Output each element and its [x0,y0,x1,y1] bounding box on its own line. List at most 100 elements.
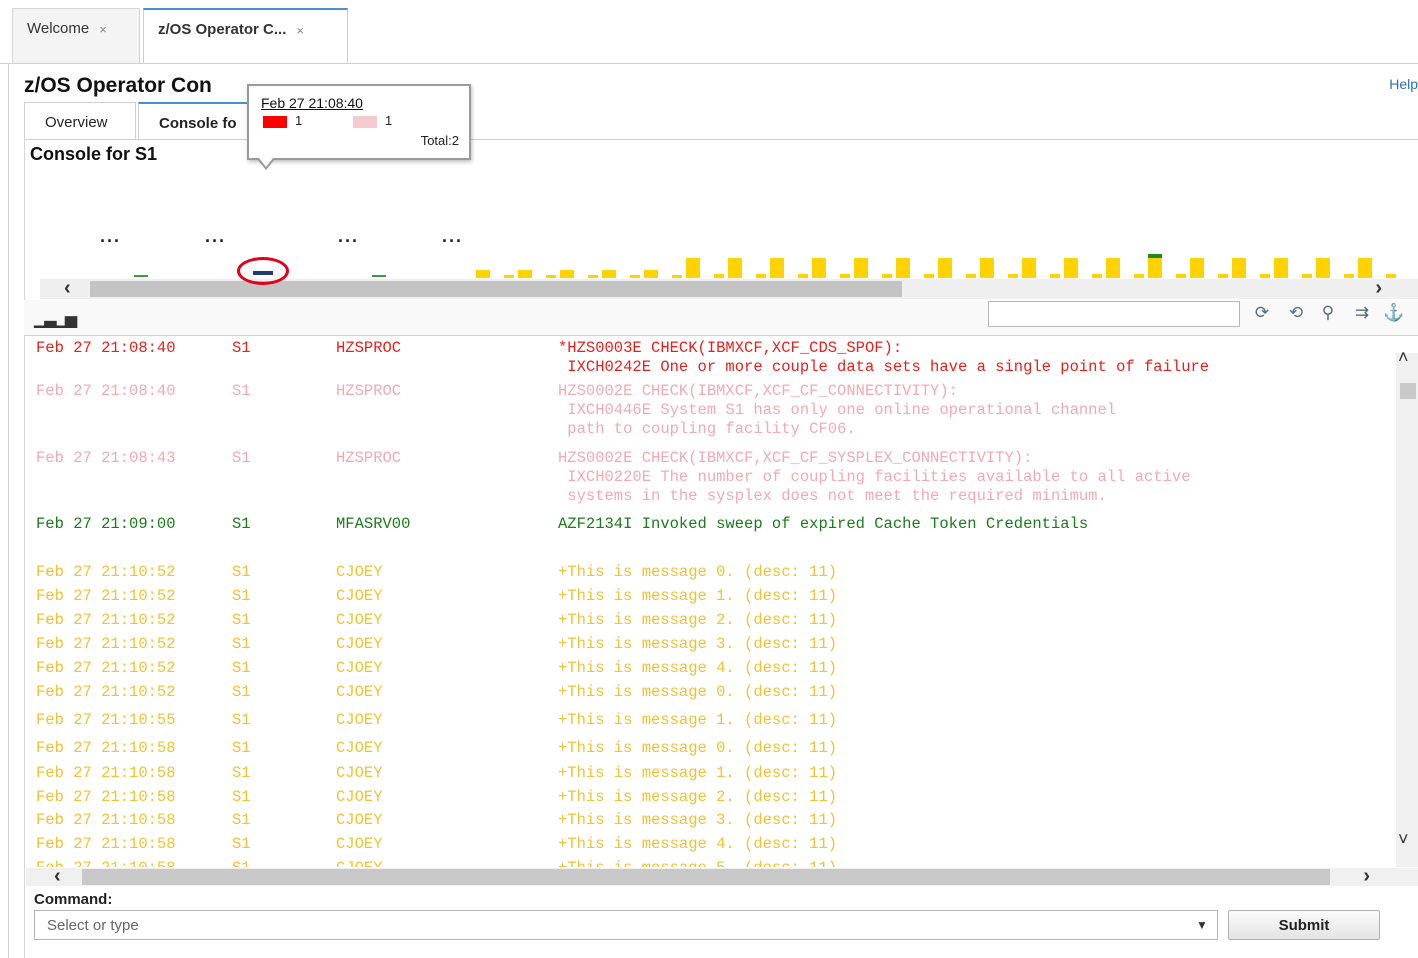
timeline-bar[interactable] [980,258,994,278]
find-next-icon[interactable]: ⟲ [1284,303,1308,327]
timeline-bar[interactable] [714,274,724,278]
message-system: S1 [232,449,251,467]
timeline-bar[interactable] [1260,274,1270,278]
lock-icon[interactable]: ⚓ [1382,303,1406,327]
message-list[interactable]: Feb 27 21:08:40 S1 HZSPROC *HZS0003E CHECK(… [26,337,1396,867]
find-previous-icon[interactable]: ⟳ [1250,303,1274,327]
message-text: +This is message 3. (desc: 11) [558,811,838,829]
message-date: Feb 27 21:10:52 [36,635,176,653]
message-jobname: HZSPROC [336,382,402,400]
scroll-left-icon[interactable]: ‹ [54,865,61,888]
timeline-bar[interactable] [770,258,784,278]
timeline-bar[interactable] [1274,258,1288,278]
timeline-gap-ellipsis: ... [100,226,122,246]
timeline-bar[interactable] [1344,274,1354,278]
timeline-scroll-thumb[interactable] [90,281,902,297]
close-icon[interactable]: × [99,22,107,37]
message-horizontal-scrollbar[interactable]: ‹ › [26,865,1418,888]
chart-toggle-icon[interactable]: ▁▃▁▅ [34,309,77,329]
timeline-bar[interactable] [1022,258,1036,278]
tooltip-timestamp[interactable]: Feb 27 21:08:40 [261,95,363,111]
timeline-alert-marker[interactable] [1148,254,1162,258]
horizontal-scroll-thumb[interactable] [82,869,1330,885]
scroll-right-icon[interactable]: › [1375,277,1382,300]
timeline-bar[interactable] [1008,274,1018,278]
timeline-bar[interactable] [686,258,700,278]
scroll-up-icon[interactable]: ˄ [1398,347,1409,368]
message-jobname: CJOEY [336,835,383,853]
scroll-down-icon[interactable]: ˅ [1398,829,1409,850]
timeline-bar[interactable] [1302,274,1312,278]
timeline-bar[interactable] [1232,258,1246,278]
message-vertical-scrollbar[interactable]: ˄ ˅ [1396,347,1418,867]
timeline-marker[interactable] [372,275,386,277]
message-jobname: CJOEY [336,811,383,829]
scroll-right-icon[interactable]: › [1363,865,1370,888]
timeline-marker[interactable] [134,275,148,277]
timeline-bar[interactable] [560,270,574,278]
timeline-bar[interactable] [896,258,910,278]
message-system: S1 [232,811,251,829]
timeline-bar[interactable] [1106,258,1120,278]
help-link[interactable]: Help [1389,76,1418,92]
timeline-bar[interactable] [546,275,556,278]
command-input[interactable] [34,910,1218,940]
timeline-bar[interactable] [630,275,640,278]
timeline-bar[interactable] [1148,258,1162,278]
timeline-bar[interactable] [756,274,766,278]
message-system: S1 [232,683,251,701]
message-jobname: CJOEY [336,739,383,757]
message-text: +This is message 2. (desc: 11) [558,788,838,806]
timeline-bar[interactable] [1386,274,1396,278]
console-toolbar: ▁▃▁▅ ⟳ ⟲ ⚲ ⇉ ⚓ [24,300,1418,336]
close-icon[interactable]: × [296,23,304,38]
timeline-bar[interactable] [1064,258,1078,278]
legend-swatch-pink [353,116,377,128]
timeline-gap-ellipsis: ... [338,226,360,246]
timeline-bar[interactable] [1190,258,1204,278]
vertical-scroll-thumb[interactable] [1400,383,1416,399]
timeline-bar[interactable] [1316,258,1330,278]
timeline-bar[interactable] [1050,274,1060,278]
timeline-bar[interactable] [1134,274,1144,278]
timeline-bar[interactable] [882,274,892,278]
timeline-bar[interactable] [840,274,850,278]
search-input[interactable] [988,301,1240,327]
tab-welcome[interactable]: Welcome × [12,8,140,64]
message-date: Feb 27 21:09:00 [36,515,176,533]
filter-icon[interactable]: ⚲ [1316,303,1340,327]
timeline-bar[interactable] [518,270,532,278]
timeline-bar[interactable] [602,270,616,278]
timeline-selected-marker[interactable] [253,271,273,275]
auto-scroll-icon[interactable]: ⇉ [1350,303,1374,327]
timeline-bar[interactable] [672,275,682,278]
message-date: Feb 27 21:10:58 [36,811,176,829]
timeline-bar[interactable] [588,275,598,278]
message-jobname: CJOEY [336,635,383,653]
timeline-bar[interactable] [924,274,934,278]
timeline-bar[interactable] [798,274,808,278]
message-text: +This is message 1. (desc: 11) [558,587,838,605]
timeline-bar[interactable] [812,258,826,278]
chevron-down-icon[interactable]: ▼ [1196,918,1208,932]
message-jobname: CJOEY [336,587,383,605]
submit-button[interactable]: Submit [1228,910,1380,940]
timeline-bar[interactable] [854,258,868,278]
timeline-bar[interactable] [938,258,952,278]
timeline-bar[interactable] [1358,258,1372,278]
timeline-bar[interactable] [728,258,742,278]
scroll-left-icon[interactable]: ‹ [64,277,71,300]
message-system: S1 [232,339,251,357]
timeline-bar[interactable] [1092,274,1102,278]
timeline-bar[interactable] [644,270,658,278]
timeline-bar[interactable] [1218,274,1228,278]
timeline-bar[interactable] [1176,274,1186,278]
timeline-bar[interactable] [966,274,976,278]
legend-swatch-red [263,116,287,128]
timeline-bar[interactable] [476,270,490,278]
tab-zos-operator-console[interactable]: z/OS Operator C... × [143,8,348,64]
timeline-bar[interactable] [504,275,514,278]
top-tab-bar: Welcome × z/OS Operator C... × [0,0,1418,64]
tab-overview[interactable]: Overview [24,102,136,140]
message-system: S1 [232,764,251,782]
